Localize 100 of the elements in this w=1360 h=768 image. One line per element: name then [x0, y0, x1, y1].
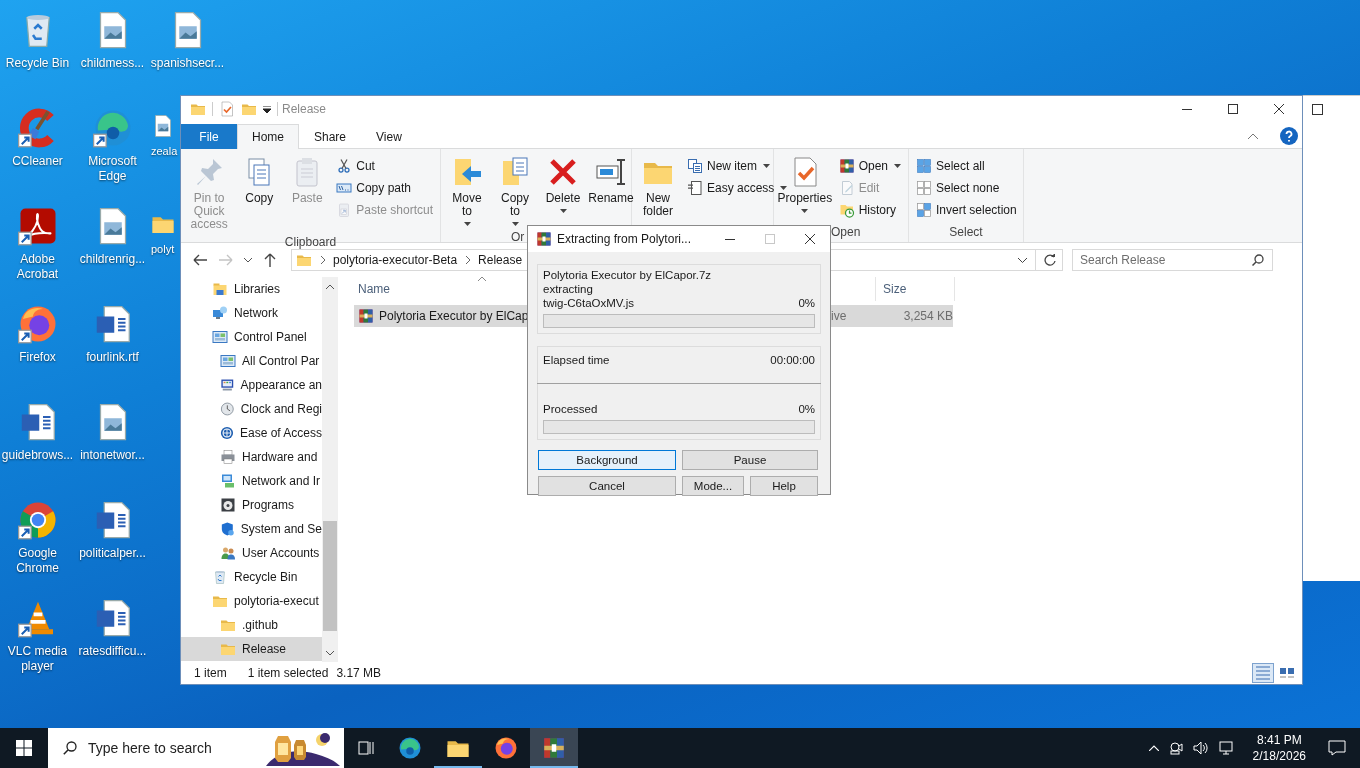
select-all-icon: [916, 157, 932, 174]
archive-icon: [358, 308, 374, 324]
desktop-shortcut[interactable]: childrenrig...: [75, 198, 150, 267]
chevron-down-icon: [244, 257, 252, 263]
nav-item[interactable]: Recycle Bin: [181, 565, 322, 589]
users-icon: [220, 545, 236, 561]
ribbon-button[interactable]: Delete: [541, 153, 585, 216]
status-text: extracting: [543, 282, 594, 296]
ribbon-button[interactable]: Open: [835, 155, 904, 176]
rename-icon: [595, 156, 627, 188]
dialog-button[interactable]: Help: [750, 476, 818, 496]
ribbon-button[interactable]: Invert selection: [913, 199, 1020, 220]
refresh-icon: [1044, 254, 1056, 266]
window-title: Release: [282, 102, 327, 116]
nav-item[interactable]: Network and Ir: [181, 469, 322, 493]
control-panel-icon: [220, 353, 236, 369]
ribbon-button[interactable]: Copy: [237, 153, 282, 208]
status-text: 1 item selected: [247, 666, 329, 680]
monitor-icon: [220, 377, 235, 393]
ribbon-button[interactable]: History: [835, 199, 904, 220]
breadcrumb[interactable]: polytoria-executor-Beta: [333, 253, 458, 267]
nav-item[interactable]: System and Se: [181, 517, 322, 541]
file-menu-tab[interactable]: File: [181, 124, 237, 149]
help-icon: [1280, 126, 1298, 145]
shield-icon: [220, 521, 235, 537]
dialog-button[interactable]: Cancel: [538, 476, 676, 496]
column-header[interactable]: Size: [875, 277, 955, 301]
nav-item[interactable]: Release: [181, 637, 322, 661]
nav-item[interactable]: Hardware and: [181, 445, 322, 469]
ribbon-button[interactable]: Cut: [333, 155, 436, 176]
nav-item[interactable]: Libraries: [181, 277, 322, 301]
desktop-shortcut[interactable]: politicalper...: [75, 492, 150, 561]
time-value: 00:00:00: [770, 353, 815, 367]
libraries-icon: [212, 281, 228, 297]
nav-item[interactable]: Clock and Regi: [181, 397, 322, 421]
ribbon-tab[interactable]: View: [361, 124, 417, 149]
camera-icon: [1168, 741, 1183, 755]
table-cell-text: 3,254 KB: [902, 309, 953, 323]
nav-item[interactable]: All Control Par: [181, 349, 322, 373]
desktop-shortcut[interactable]: Google Chrome: [0, 492, 75, 576]
table-cell-text: ive: [831, 309, 848, 323]
ribbon-button[interactable]: Select all: [913, 155, 1020, 176]
select-none-icon: [916, 179, 932, 196]
desktop-shortcut[interactable]: Adobe Acrobat: [0, 198, 75, 282]
invert-selection-icon: [916, 201, 932, 218]
group-label: Open: [831, 225, 861, 239]
taskbar-app[interactable]: [530, 728, 578, 768]
nav-item[interactable]: polytoria-execut: [181, 589, 322, 613]
printer-icon: [220, 449, 236, 465]
search-field[interactable]: Search Release: [1072, 249, 1273, 271]
desktop-shortcut[interactable]: intonetwor...: [75, 394, 150, 463]
ribbon-tab[interactable]: Share: [299, 124, 362, 149]
desktop-shortcut[interactable]: VLC media player: [0, 590, 75, 674]
dialog-button[interactable]: Pause: [682, 450, 818, 470]
up-arrow-icon: [264, 253, 276, 267]
percent-text: 0%: [798, 402, 815, 416]
large-icons-view-icon: [1279, 665, 1295, 681]
nav-item[interactable]: User Accounts: [181, 541, 322, 565]
nav-item[interactable]: .github: [181, 613, 322, 637]
ribbon-button[interactable]: New folder: [636, 153, 680, 221]
monitor-icon: [220, 473, 236, 489]
archive-icon: [536, 231, 552, 247]
desktop-shortcut[interactable]: ratesdifficu...: [75, 590, 150, 659]
dialog-button[interactable]: Mode...: [682, 476, 744, 496]
back-arrow-icon: [193, 254, 207, 266]
ribbon-button[interactable]: Copy path: [333, 177, 436, 198]
nav-item[interactable]: Programs: [181, 493, 322, 517]
recycle-bin-icon: [212, 569, 228, 585]
details-view-icon: [1255, 665, 1271, 681]
notification-icon: [1328, 740, 1346, 756]
chevron-right-icon: [466, 256, 472, 264]
new-item-icon: [687, 157, 703, 174]
desktop-shortcut[interactable]: Firefox: [0, 296, 75, 365]
nav-item[interactable]: Ease of Access: [181, 421, 322, 445]
archive-name: Polytoria Executor by ElCapor.7z: [543, 269, 713, 283]
nav-item[interactable]: Network: [181, 301, 322, 325]
nav-item[interactable]: Appearance an: [181, 373, 322, 397]
ribbon-button[interactable]: Move to: [445, 153, 489, 229]
clock[interactable]: 8:41 PM 2/18/2026: [1244, 732, 1314, 764]
control-panel-icon: [212, 329, 228, 345]
network-icon: [1218, 741, 1235, 755]
ribbon-button[interactable]: Select none: [913, 177, 1020, 198]
breadcrumb[interactable]: Release: [478, 253, 523, 267]
maximize-icon: [1312, 104, 1323, 115]
ribbon-button[interactable]: Copy to: [493, 153, 537, 229]
scroll-up-icon: [326, 284, 334, 289]
ribbon-button[interactable]: Rename: [589, 153, 633, 208]
nav-item[interactable]: Control Panel: [181, 325, 322, 349]
field-label: Elapsed time: [543, 353, 610, 367]
desktop-shortcut[interactable]: fourlink.rtf: [75, 296, 150, 365]
desktop-shortcut[interactable]: polyt: [151, 198, 175, 257]
scrollbar[interactable]: [322, 277, 338, 662]
archive-icon: [838, 157, 855, 174]
scissors-icon: [336, 157, 353, 174]
chevron-down-icon: [1018, 257, 1027, 263]
desktop-shortcut[interactable]: guidebrows...: [0, 394, 75, 463]
windows-logo-icon: [16, 740, 32, 756]
collapse-ribbon-icon: [1248, 132, 1258, 139]
dialog-button[interactable]: Background: [538, 450, 676, 470]
ribbon-tab[interactable]: Home: [237, 124, 299, 149]
